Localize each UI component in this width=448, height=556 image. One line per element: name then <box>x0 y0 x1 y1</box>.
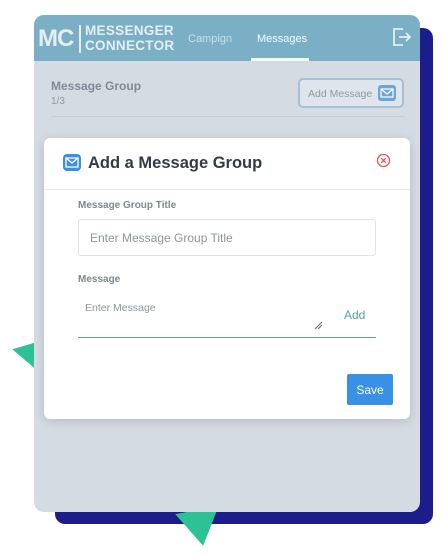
add-message-button[interactable]: Add Message <box>298 78 404 108</box>
logo-line-1: MESSENGER <box>85 23 174 38</box>
modal-title: Add a Message Group <box>88 154 263 172</box>
message-underline <box>78 337 376 338</box>
modal-header-divider <box>44 189 410 190</box>
envelope-icon <box>63 154 81 171</box>
header-divider <box>51 116 405 117</box>
logo-mark: MC <box>38 25 74 52</box>
logo-line-2: CONNECTOR <box>85 38 175 53</box>
group-title-label: Message Group Title <box>78 200 177 211</box>
add-message-group-modal: Add a Message Group Message Group Title … <box>44 138 410 419</box>
group-title-input[interactable] <box>78 219 376 256</box>
message-textarea[interactable] <box>78 296 326 332</box>
logo-wordmark: MESSENGER CONNECTOR <box>85 23 174 53</box>
add-message-link[interactable]: Add <box>344 308 365 322</box>
add-message-label: Add Message <box>308 88 373 100</box>
stage: MC MESSENGER CONNECTOR Campign Messages … <box>0 0 448 556</box>
active-tab-indicator <box>251 58 309 61</box>
decorative-triangle-bottom <box>175 506 225 550</box>
message-group-count: 1/3 <box>51 96 65 107</box>
top-nav-bar: MC MESSENGER CONNECTOR Campign Messages <box>34 15 420 61</box>
tab-messages[interactable]: Messages <box>257 33 307 45</box>
message-group-heading: Message Group <box>51 79 142 93</box>
logo-separator <box>79 25 81 53</box>
resize-handle-icon[interactable] <box>314 321 323 330</box>
logout-icon[interactable] <box>390 26 412 48</box>
message-label: Message <box>78 274 121 285</box>
envelope-icon <box>378 85 396 101</box>
tab-campaign[interactable]: Campign <box>188 33 232 45</box>
close-circle-icon[interactable] <box>376 153 391 168</box>
save-button[interactable]: Save <box>347 374 393 405</box>
